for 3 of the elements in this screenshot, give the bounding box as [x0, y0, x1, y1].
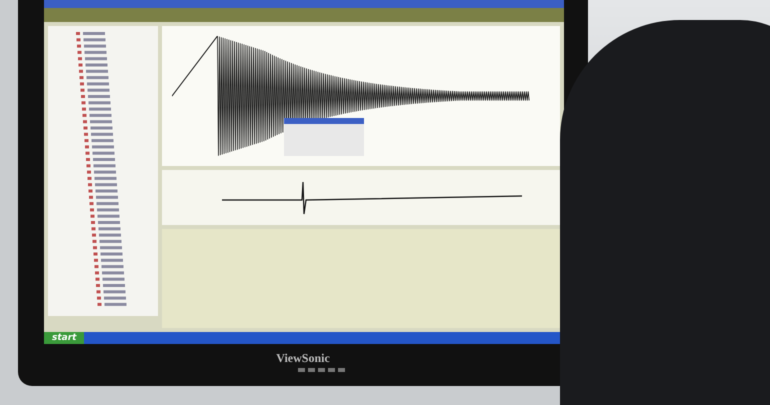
start-button[interactable]: start	[44, 332, 84, 344]
brand-logo: ViewSonic	[276, 351, 330, 366]
monitor-buttons-drawing	[298, 368, 348, 372]
